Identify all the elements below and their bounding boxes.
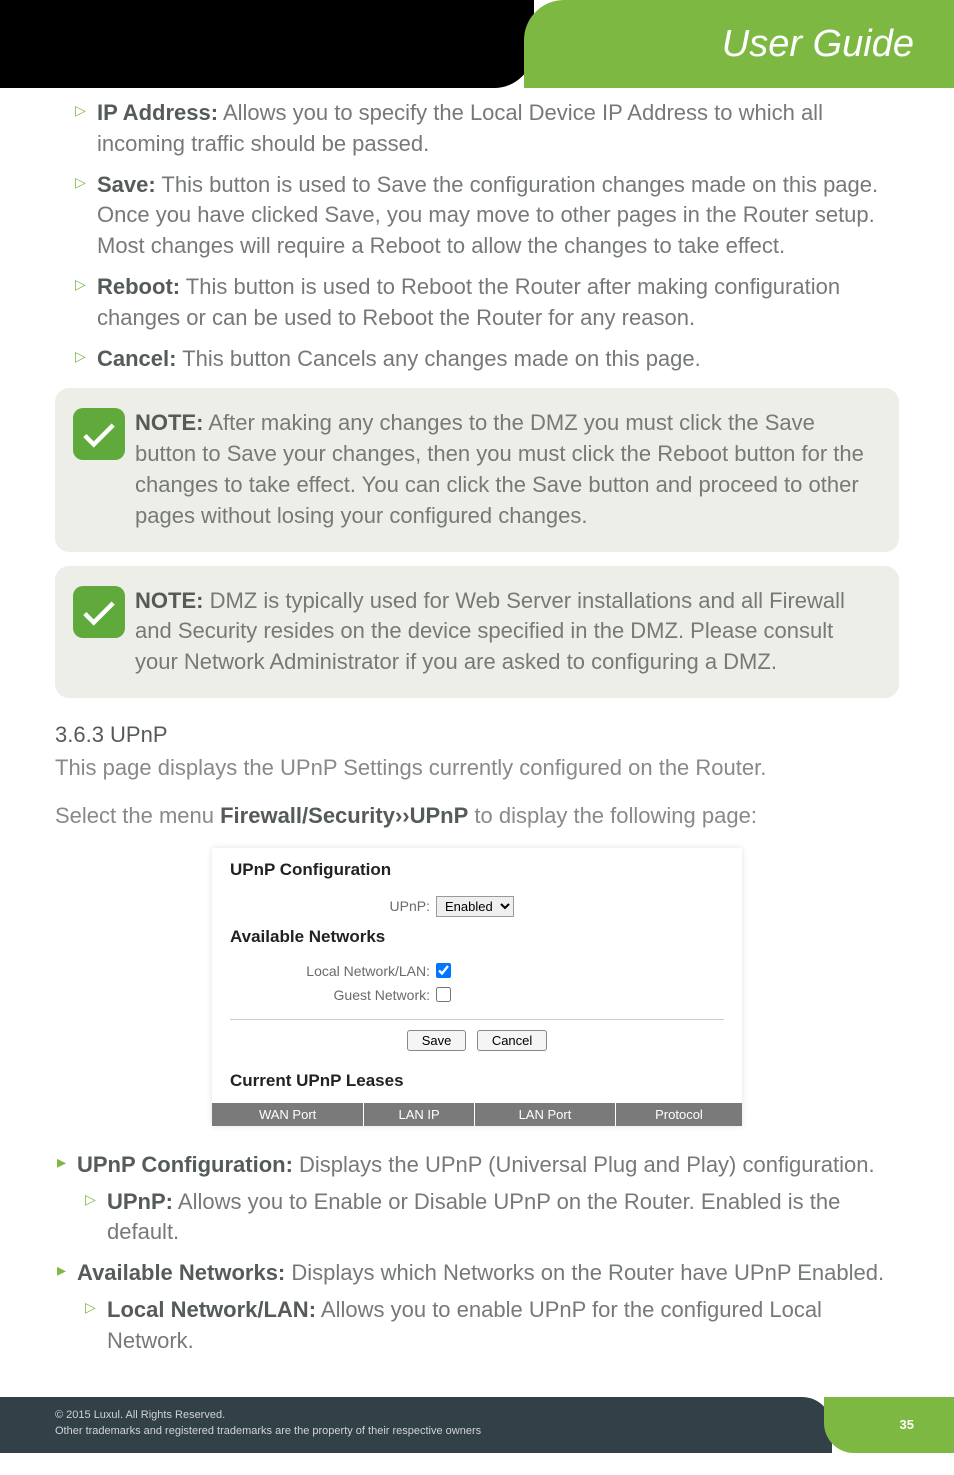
item-label: Available Networks: — [77, 1260, 285, 1285]
row-lan: Local Network/LAN: — [230, 959, 724, 983]
page-footer: © 2015 Luxul. All Rights Reserved. Other… — [0, 1397, 954, 1453]
subitem-local-network-lan: Local Network/LAN: Allows you to enable … — [85, 1295, 899, 1357]
menu-path: Firewall/Security››UPnP — [220, 803, 468, 828]
item-label: Cancel: — [97, 346, 176, 371]
col-protocol: Protocol — [615, 1103, 742, 1126]
upnp-select[interactable]: Enabled — [436, 896, 514, 917]
guest-checkbox[interactable] — [436, 987, 451, 1002]
item-available-networks: Available Networks: Displays which Netwo… — [55, 1258, 899, 1356]
panel-heading-current-leases: Current UPnP Leases — [230, 1065, 724, 1103]
item-cancel: Cancel: This button Cancels any changes … — [75, 344, 899, 375]
upnp-label: UPnP: — [230, 898, 430, 914]
item-text: Displays the UPnP (Universal Plug and Pl… — [293, 1152, 875, 1177]
section-heading: 3.6.3 UPnP — [55, 722, 899, 748]
leases-table: WAN Port LAN IP LAN Port Protocol — [212, 1103, 742, 1126]
section-intro: This page displays the UPnP Settings cur… — [55, 752, 899, 784]
cancel-button[interactable]: Cancel — [477, 1030, 547, 1051]
item-label: IP Address: — [97, 100, 218, 125]
item-ip-address: IP Address: Allows you to specify the Lo… — [75, 98, 899, 160]
note-text-body: DMZ is typically used for Web Server ins… — [135, 588, 845, 675]
section-select-menu: Select the menu Firewall/Security››UPnP … — [55, 800, 899, 832]
col-lan-port: LAN Port — [474, 1103, 615, 1126]
item-label: UPnP: — [107, 1189, 173, 1214]
item-text: Displays which Networks on the Router ha… — [285, 1260, 884, 1285]
save-button[interactable]: Save — [407, 1030, 467, 1051]
upnp-config-panel: UPnP Configuration UPnP: Enabled Availab… — [212, 848, 742, 1126]
table-header-row: WAN Port LAN IP LAN Port Protocol — [212, 1103, 742, 1126]
copyright-line1: © 2015 Luxul. All Rights Reserved. — [55, 1407, 832, 1424]
item-text: This button is used to Save the configur… — [97, 172, 878, 259]
lan-label: Local Network/LAN: — [230, 963, 430, 979]
panel-buttons: Save Cancel — [230, 1030, 724, 1065]
col-lan-ip: LAN IP — [364, 1103, 475, 1126]
text-post: to display the following page: — [468, 803, 757, 828]
note-label: NOTE: — [135, 410, 203, 435]
page-number: 35 — [824, 1397, 954, 1453]
checkmark-icon — [73, 586, 125, 638]
guest-label: Guest Network: — [230, 987, 430, 1003]
guide-title: User Guide — [722, 23, 914, 66]
row-upnp: UPnP: Enabled — [230, 892, 724, 921]
note-label: NOTE: — [135, 588, 203, 613]
col-wan-port: WAN Port — [212, 1103, 364, 1126]
header-left-block — [0, 0, 534, 88]
panel-heading-available-networks: Available Networks — [230, 921, 724, 959]
item-text: This button Cancels any changes made on … — [176, 346, 700, 371]
item-text: Allows you to Enable or Disable UPnP on … — [107, 1189, 840, 1245]
note-box-1: NOTE: After making any changes to the DM… — [55, 388, 899, 551]
subitem-upnp: UPnP: Allows you to Enable or Disable UP… — [85, 1187, 899, 1249]
lan-checkbox[interactable] — [436, 963, 451, 978]
note-box-2: NOTE: DMZ is typically used for Web Serv… — [55, 566, 899, 698]
lower-definition-list: UPnP Configuration: Displays the UPnP (U… — [55, 1150, 899, 1357]
item-reboot: Reboot: This button is used to Reboot th… — [75, 272, 899, 334]
item-save: Save: This button is used to Save the co… — [75, 170, 899, 262]
text-pre: Select the menu — [55, 803, 220, 828]
divider — [230, 1019, 724, 1020]
header-right-block: User Guide — [524, 0, 954, 88]
item-upnp-configuration: UPnP Configuration: Displays the UPnP (U… — [55, 1150, 899, 1248]
item-label: Reboot: — [97, 274, 180, 299]
checkmark-icon — [73, 408, 125, 460]
note-text-body: After making any changes to the DMZ you … — [135, 410, 864, 527]
item-label: UPnP Configuration: — [77, 1152, 293, 1177]
item-text: This button is used to Reboot the Router… — [97, 274, 840, 330]
main-content: IP Address: Allows you to specify the Lo… — [0, 88, 954, 1387]
page-header: User Guide — [0, 0, 954, 88]
footer-copyright: © 2015 Luxul. All Rights Reserved. Other… — [0, 1397, 832, 1453]
definition-list: IP Address: Allows you to specify the Lo… — [55, 98, 899, 374]
item-label: Local Network/LAN: — [107, 1297, 316, 1322]
copyright-line2: Other trademarks and registered trademar… — [55, 1423, 832, 1440]
panel-heading-upnp-config: UPnP Configuration — [230, 854, 724, 892]
item-label: Save: — [97, 172, 156, 197]
row-guest: Guest Network: — [230, 983, 724, 1007]
